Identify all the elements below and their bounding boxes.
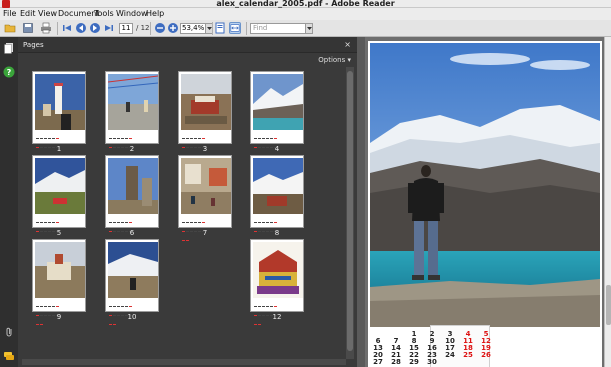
thumbnail-photo <box>181 74 231 130</box>
thumbnail-label: 1 <box>56 145 62 153</box>
thumbnail-label: 5 <box>56 229 62 237</box>
document-scrollbar[interactable] <box>604 37 611 367</box>
thumbnail-label: 3 <box>202 145 208 153</box>
menu-window[interactable]: Window <box>116 9 148 18</box>
toolbar: 11 / 12 53,4% Find <box>0 20 611 37</box>
page-photo <box>370 43 600 327</box>
thumbnail-photo <box>108 158 158 214</box>
next-page-icon[interactable] <box>89 22 101 34</box>
thumbnail-photo <box>108 74 158 130</box>
pages-panel-scrollbar[interactable] <box>346 67 354 359</box>
thumbnail-photo <box>253 242 303 298</box>
thumbnail-label: 4 <box>274 145 280 153</box>
calendar-day: 24 <box>445 351 455 359</box>
calendar-day: 26 <box>481 351 491 359</box>
window-title: alex_calendar_2005.pdf - Adobe Reader <box>216 0 395 8</box>
thumbnail-photo <box>35 242 85 298</box>
page-count: / 12 <box>136 24 150 32</box>
pages-panel: Pages × Options ▾ 1 2 3 4 5 6 7 8 9 10 1… <box>18 37 357 367</box>
attachment-icon[interactable] <box>3 326 15 338</box>
help-icon[interactable]: ? <box>3 66 15 78</box>
menu-edit[interactable]: Edit <box>20 9 36 18</box>
menu-view[interactable]: View <box>38 9 57 18</box>
navigation-pane-strip: ? <box>0 37 18 367</box>
menu-tools[interactable]: Tools <box>94 9 114 18</box>
calendar-day: 25 <box>463 351 473 359</box>
fit-width-icon[interactable] <box>229 22 241 34</box>
zoom-out-icon[interactable] <box>154 22 166 34</box>
svg-text:?: ? <box>7 68 12 77</box>
thumbnail-label: 2 <box>129 145 135 153</box>
thumbnail-label: 10 <box>127 313 137 321</box>
thumbnail-photo <box>108 242 158 298</box>
zoom-level-field[interactable]: 53,4% <box>180 23 206 34</box>
calendar-day: 30 <box>427 358 437 366</box>
page-thumbnails: 1 2 3 4 5 6 7 8 9 10 12 <box>22 67 345 359</box>
previous-page-icon[interactable] <box>75 22 87 34</box>
panel-splitter[interactable] <box>357 37 365 367</box>
find-input[interactable]: Find <box>250 23 306 34</box>
calendar-day: 29 <box>409 358 419 366</box>
thumbnail-label: 12 <box>272 313 282 321</box>
pages-panel-horizontal-scrollbar[interactable] <box>22 359 346 365</box>
thumbnail-photo <box>253 74 303 130</box>
find-dropdown-button[interactable] <box>306 23 313 34</box>
menu-file[interactable]: File <box>3 9 16 18</box>
title-bar: alex_calendar_2005.pdf - Adobe Reader <box>0 0 611 8</box>
fit-page-icon[interactable] <box>214 22 226 34</box>
menu-bar: File Edit View Document Tools Window Hel… <box>0 8 611 20</box>
document-page: 1 2 3 4 5 6 7 8 9 10 11 12 13 14 15 16 17 18 19 20 21 22 23 24 2… <box>368 41 602 367</box>
document-view: 1 2 3 4 5 6 7 8 9 10 11 12 13 14 15 16 17 18 19 20 21 22 23 24 2… <box>365 37 611 367</box>
thumbnail-photo <box>35 74 85 130</box>
first-page-icon[interactable] <box>61 22 73 34</box>
current-page-input[interactable]: 11 <box>119 23 133 34</box>
thumbnail-label: 7 <box>202 229 208 237</box>
thumbnail-label: 6 <box>129 229 135 237</box>
thumbnail-photo <box>181 158 231 214</box>
pages-panel-title: Pages <box>23 41 44 49</box>
pages-icon[interactable] <box>3 42 15 54</box>
last-page-icon[interactable] <box>103 22 115 34</box>
save-icon[interactable] <box>22 22 34 34</box>
close-panel-button[interactable]: × <box>344 40 351 49</box>
thumbnail-label: 8 <box>274 229 280 237</box>
thumbnail-label: 9 <box>56 313 62 321</box>
options-menu-button[interactable]: Options ▾ <box>318 56 351 64</box>
zoom-in-icon[interactable] <box>167 22 179 34</box>
calendar-day: 28 <box>391 358 401 366</box>
calendar-day: 27 <box>373 358 383 366</box>
folder-open-icon[interactable] <box>4 22 16 34</box>
chevron-down-icon <box>307 27 312 30</box>
pages-panel-header: Pages × <box>18 37 357 53</box>
menu-help[interactable]: Help <box>146 9 164 18</box>
thumbnail-photo <box>253 158 303 214</box>
print-icon[interactable] <box>40 22 52 34</box>
comments-icon[interactable] <box>3 350 15 362</box>
thumbnail-photo <box>35 158 85 214</box>
